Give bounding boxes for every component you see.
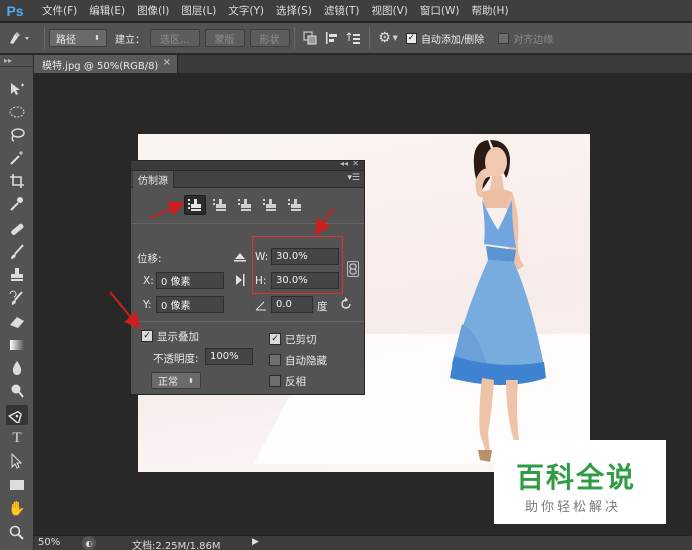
arrow-to-source-button	[149, 201, 185, 219]
status-bar: 50% ◐ 文档:2.25M/1.86M ▶	[34, 535, 692, 550]
watermark-title: 百科全说	[516, 461, 637, 494]
document-info: 文档:2.25M/1.86M	[132, 541, 221, 550]
share-icon[interactable]: ◐	[82, 536, 96, 550]
status-menu-arrow-icon[interactable]: ▶	[252, 537, 259, 547]
arrow-to-show-overlay	[109, 291, 141, 330]
arrow-to-scale-fields	[314, 207, 334, 236]
watermark-logo: 百科全说 助你轻松解决	[494, 440, 666, 524]
watermark-subtitle: 助你轻松解决	[525, 500, 622, 515]
zoom-level[interactable]: 50%	[38, 537, 60, 548]
